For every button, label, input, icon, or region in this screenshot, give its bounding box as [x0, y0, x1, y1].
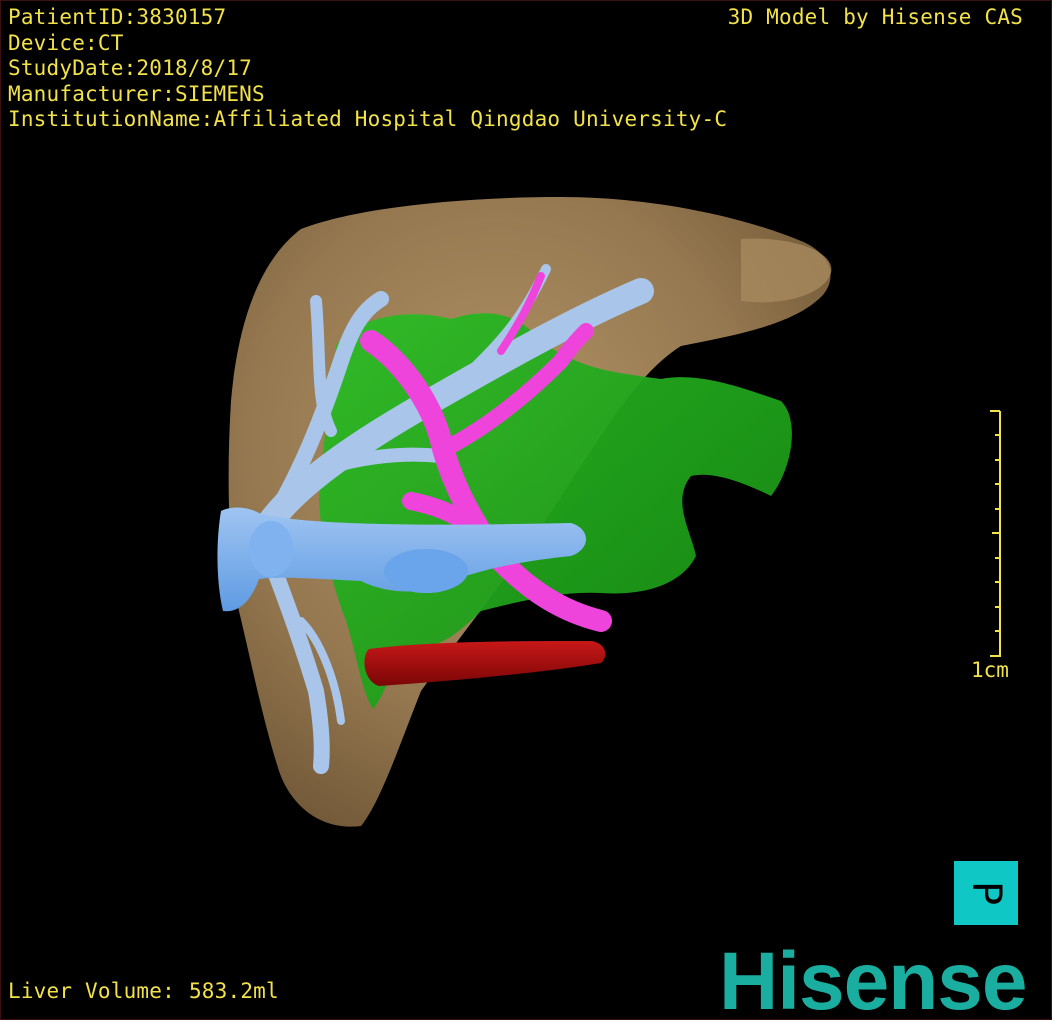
study-date-text: StudyDate:2018/8/17: [8, 56, 253, 80]
orientation-letter: P: [963, 880, 1009, 906]
device-text: Device:CT: [8, 30, 124, 55]
liver-volume-readout: Liver Volume: 583.2ml: [8, 979, 279, 1005]
model-credit-text: 3D Model by Hisense CAS: [727, 5, 1023, 29]
scale-label: 1cm: [971, 658, 1009, 682]
scale-bar-icon: [990, 410, 1001, 657]
liver-volume-value: 583.2ml: [188, 979, 279, 1003]
ivc-end-cap: [384, 549, 468, 593]
liver-volume-label: Liver Volume:: [8, 979, 175, 1003]
manufacturer-text: Manufacturer:SIEMENS: [8, 81, 265, 106]
patient-id-text: PatientID:3830157: [8, 5, 227, 29]
orientation-cube-icon[interactable]: P: [954, 861, 1018, 925]
liver-3d-model[interactable]: [1, 1, 1052, 1020]
3d-viewer[interactable]: PatientID:3830157 Device:CT StudyDate:20…: [0, 0, 1052, 1020]
hisense-logo: Hisense: [719, 936, 1028, 1020]
ivc-inlet: [249, 521, 293, 577]
patient-info-overlay: PatientID:3830157 Device:CT StudyDate:20…: [8, 5, 727, 133]
aorta-segment[interactable]: [364, 641, 606, 686]
institution-text: InstitutionName:Affiliated Hospital Qing…: [8, 107, 728, 131]
